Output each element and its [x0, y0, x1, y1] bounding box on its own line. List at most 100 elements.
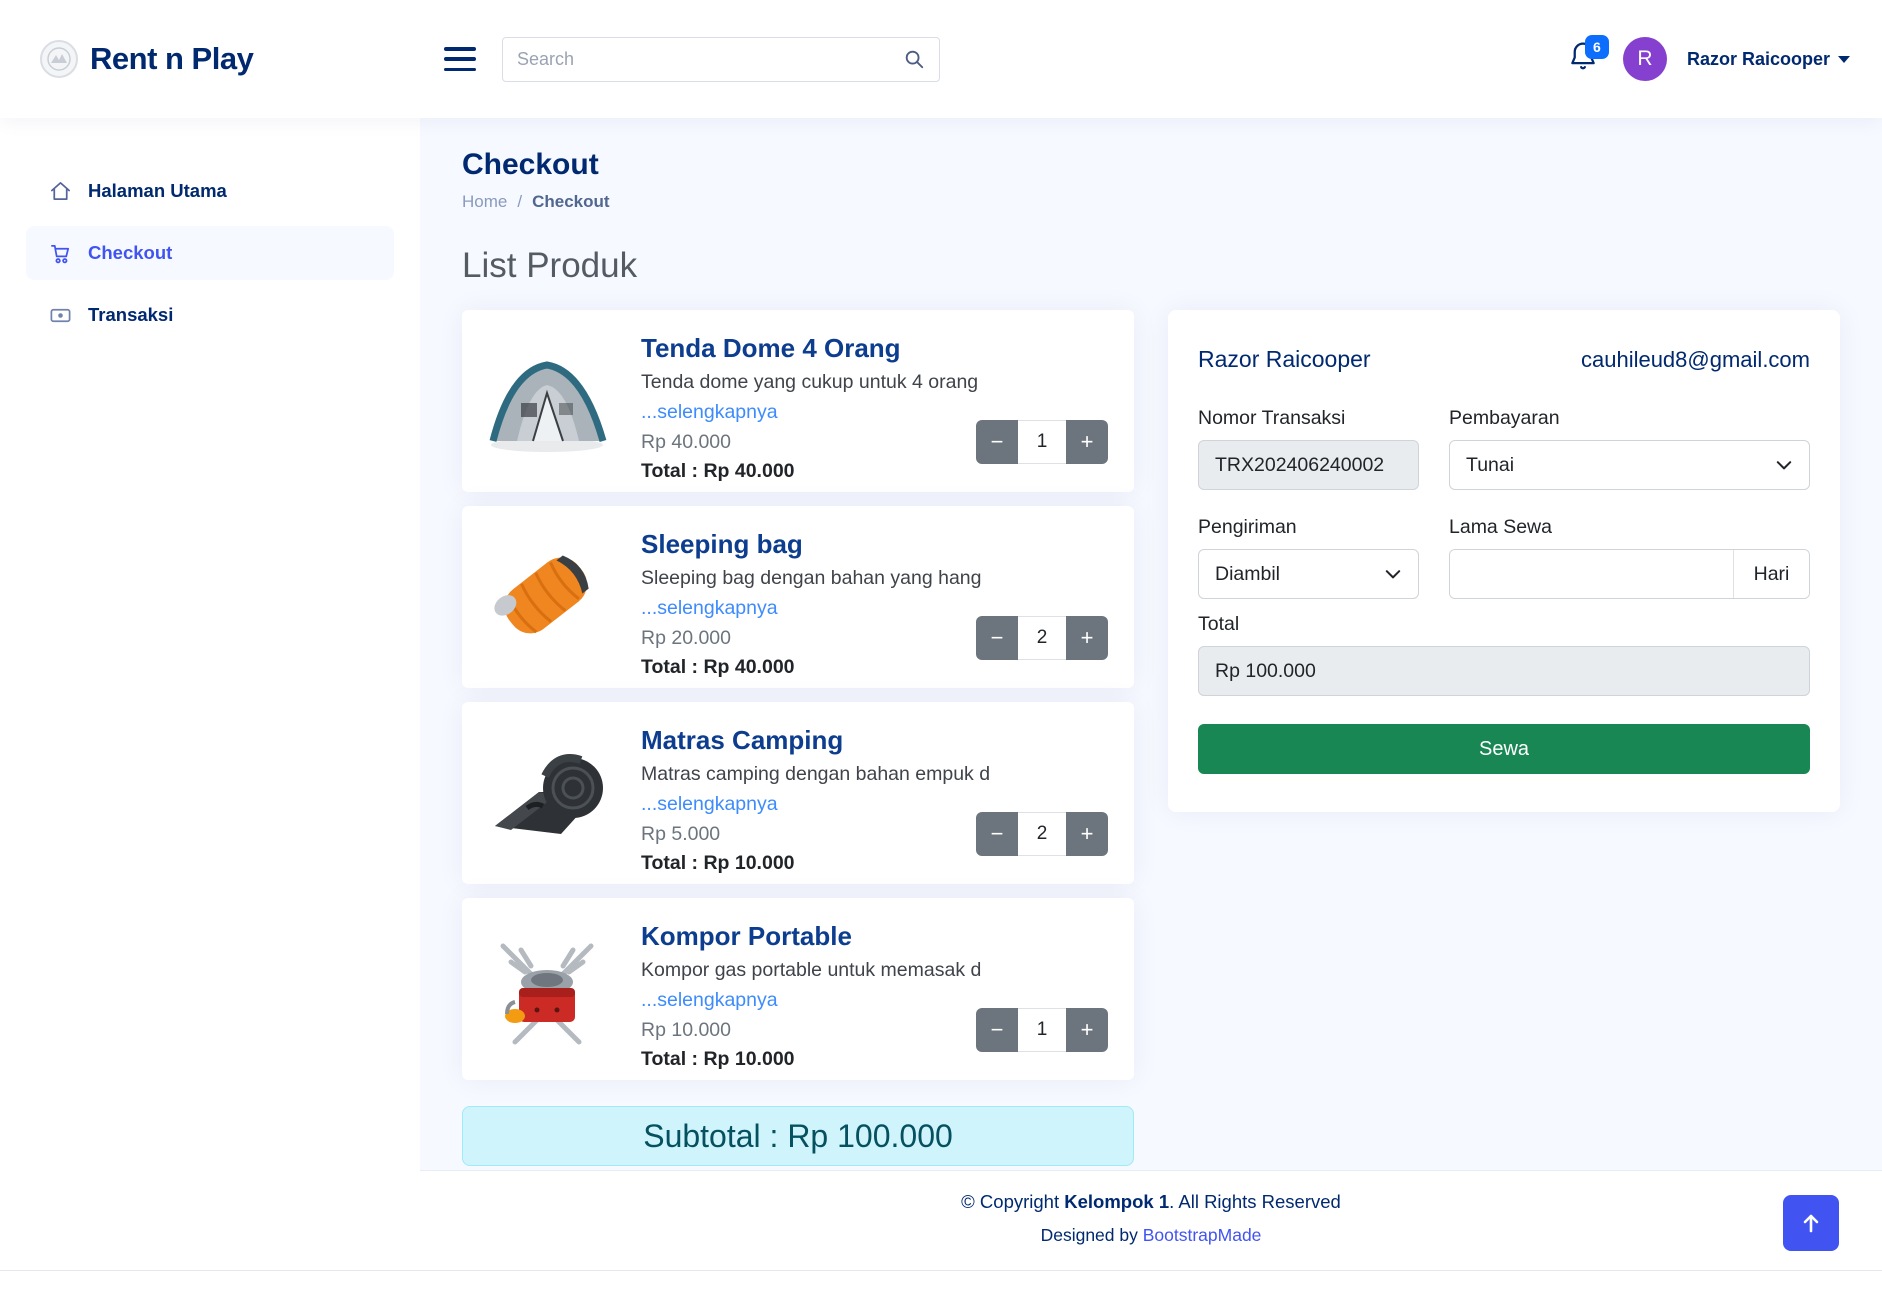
- quantity-stepper: − +: [976, 812, 1108, 856]
- product-price: Rp 20.000: [641, 627, 981, 650]
- sidebar-item-halaman-utama[interactable]: Halaman Utama: [26, 164, 394, 218]
- copyright-line: © Copyright Kelompok 1. All Rights Reser…: [420, 1191, 1882, 1213]
- brand-name: Rent n Play: [90, 41, 253, 77]
- quantity-stepper: − +: [976, 420, 1108, 464]
- pengiriman-select[interactable]: Diambil: [1198, 549, 1419, 599]
- lama-sewa-input[interactable]: [1450, 550, 1733, 598]
- qty-input[interactable]: [1018, 812, 1066, 856]
- sidebar-item-label: Checkout: [88, 242, 172, 264]
- main-area: Checkout Home / Checkout List Produk: [420, 118, 1882, 1270]
- section-title: List Produk: [462, 246, 1840, 286]
- breadcrumb-current: Checkout: [532, 192, 609, 212]
- pengiriman-label: Pengiriman: [1198, 516, 1419, 539]
- pengiriman-value: Diambil: [1215, 563, 1280, 586]
- sidebar-item-checkout[interactable]: Checkout: [26, 226, 394, 280]
- order-panel: Razor Raicooper cauhileud8@gmail.com Nom…: [1168, 310, 1840, 812]
- qty-increase-button[interactable]: +: [1066, 1008, 1108, 1052]
- product-title: Matras Camping: [641, 725, 990, 756]
- total-input: [1198, 646, 1810, 696]
- qty-input[interactable]: [1018, 420, 1066, 464]
- brand[interactable]: Rent n Play: [40, 40, 370, 78]
- search-icon[interactable]: [903, 48, 925, 70]
- product-title: Sleeping bag: [641, 529, 981, 560]
- search-box: [502, 37, 940, 82]
- qty-decrease-button[interactable]: −: [976, 812, 1018, 856]
- chevron-down-icon: [1384, 565, 1402, 583]
- product-card: Matras Camping Matras camping dengan bah…: [462, 702, 1134, 884]
- lama-sewa-group: Hari: [1449, 549, 1810, 599]
- arrow-up-icon: [1799, 1211, 1823, 1235]
- pembayaran-label: Pembayaran: [1449, 407, 1810, 430]
- qty-increase-button[interactable]: +: [1066, 812, 1108, 856]
- subtotal-banner: Subtotal : Rp 100.000: [462, 1106, 1134, 1166]
- lama-sewa-label: Lama Sewa: [1449, 516, 1810, 539]
- copyright-suffix: . All Rights Reserved: [1169, 1191, 1341, 1212]
- brand-logo-icon: [40, 40, 78, 78]
- nomor-transaksi-input: [1198, 440, 1419, 490]
- copyright-prefix: © Copyright: [961, 1191, 1064, 1212]
- qty-input[interactable]: [1018, 616, 1066, 660]
- product-card: Sleeping bag Sleeping bag dengan bahan y…: [462, 506, 1134, 688]
- breadcrumb: Home / Checkout: [462, 192, 1840, 212]
- scroll-to-top-button[interactable]: [1783, 1195, 1839, 1251]
- qty-decrease-button[interactable]: −: [976, 616, 1018, 660]
- bootstrapmade-link[interactable]: BootstrapMade: [1143, 1225, 1262, 1245]
- customer-email: cauhileud8@gmail.com: [1581, 347, 1810, 373]
- qty-decrease-button[interactable]: −: [976, 420, 1018, 464]
- product-description: Tenda dome yang cukup untuk 4 orang: [641, 371, 978, 394]
- lama-sewa-addon: Hari: [1733, 550, 1809, 598]
- qty-increase-button[interactable]: +: [1066, 420, 1108, 464]
- product-title: Kompor Portable: [641, 921, 981, 952]
- product-more-link[interactable]: ...selengkapnya: [641, 597, 981, 620]
- nomor-transaksi-label: Nomor Transaksi: [1198, 407, 1419, 430]
- product-card: Tenda Dome 4 Orang Tenda dome yang cukup…: [462, 310, 1134, 492]
- product-more-link[interactable]: ...selengkapnya: [641, 989, 981, 1012]
- cart-icon: [48, 241, 72, 265]
- product-list: Tenda Dome 4 Orang Tenda dome yang cukup…: [462, 310, 1134, 1166]
- breadcrumb-home-link[interactable]: Home: [462, 192, 507, 212]
- sidebar-item-label: Halaman Utama: [88, 180, 227, 202]
- page-title: Checkout: [462, 148, 1840, 182]
- sewa-button[interactable]: Sewa: [1198, 724, 1810, 774]
- qty-input[interactable]: [1018, 1008, 1066, 1052]
- product-total: Total : Rp 40.000: [641, 460, 978, 483]
- product-image-tent: [477, 325, 617, 477]
- breadcrumb-separator: /: [517, 192, 522, 212]
- total-label: Total: [1198, 613, 1810, 636]
- product-more-link[interactable]: ...selengkapnya: [641, 401, 978, 424]
- header-right: 6 R Razor Raicooper: [1567, 37, 1850, 81]
- sidebar-item-label: Transaksi: [88, 304, 173, 326]
- product-image-sleeping-bag: [477, 521, 617, 673]
- chevron-down-icon: [1838, 56, 1850, 63]
- product-card: Kompor Portable Kompor gas portable untu…: [462, 898, 1134, 1080]
- pembayaran-select[interactable]: Tunai: [1449, 440, 1810, 490]
- product-description: Sleeping bag dengan bahan yang hang: [641, 567, 981, 590]
- product-total: Total : Rp 10.000: [641, 1048, 981, 1071]
- search-input[interactable]: [517, 49, 903, 70]
- qty-decrease-button[interactable]: −: [976, 1008, 1018, 1052]
- product-total: Total : Rp 40.000: [641, 656, 981, 679]
- product-more-link[interactable]: ...selengkapnya: [641, 793, 990, 816]
- customer-name: Razor Raicooper: [1198, 346, 1371, 373]
- chevron-down-icon: [1775, 456, 1793, 474]
- footer: © Copyright Kelompok 1. All Rights Reser…: [420, 1170, 1882, 1270]
- product-price: Rp 40.000: [641, 431, 978, 454]
- menu-toggle-icon[interactable]: [444, 47, 476, 71]
- home-icon: [48, 179, 72, 203]
- product-price: Rp 5.000: [641, 823, 990, 846]
- copyright-brand: Kelompok 1: [1064, 1191, 1169, 1212]
- top-header: Rent n Play 6 R Razor Raicooper: [0, 0, 1882, 118]
- avatar[interactable]: R: [1623, 37, 1667, 81]
- user-name: Razor Raicooper: [1687, 49, 1830, 70]
- cash-icon: [48, 303, 72, 327]
- sidebar: Halaman Utama Checkout Transaksi: [0, 118, 420, 1270]
- quantity-stepper: − +: [976, 616, 1108, 660]
- qty-increase-button[interactable]: +: [1066, 616, 1108, 660]
- quantity-stepper: − +: [976, 1008, 1108, 1052]
- notifications-button[interactable]: 6: [1567, 39, 1603, 79]
- product-description: Kompor gas portable untuk memasak d: [641, 959, 981, 982]
- sidebar-item-transaksi[interactable]: Transaksi: [26, 288, 394, 342]
- pembayaran-value: Tunai: [1466, 454, 1514, 477]
- user-menu[interactable]: Razor Raicooper: [1687, 49, 1850, 70]
- product-price: Rp 10.000: [641, 1019, 981, 1042]
